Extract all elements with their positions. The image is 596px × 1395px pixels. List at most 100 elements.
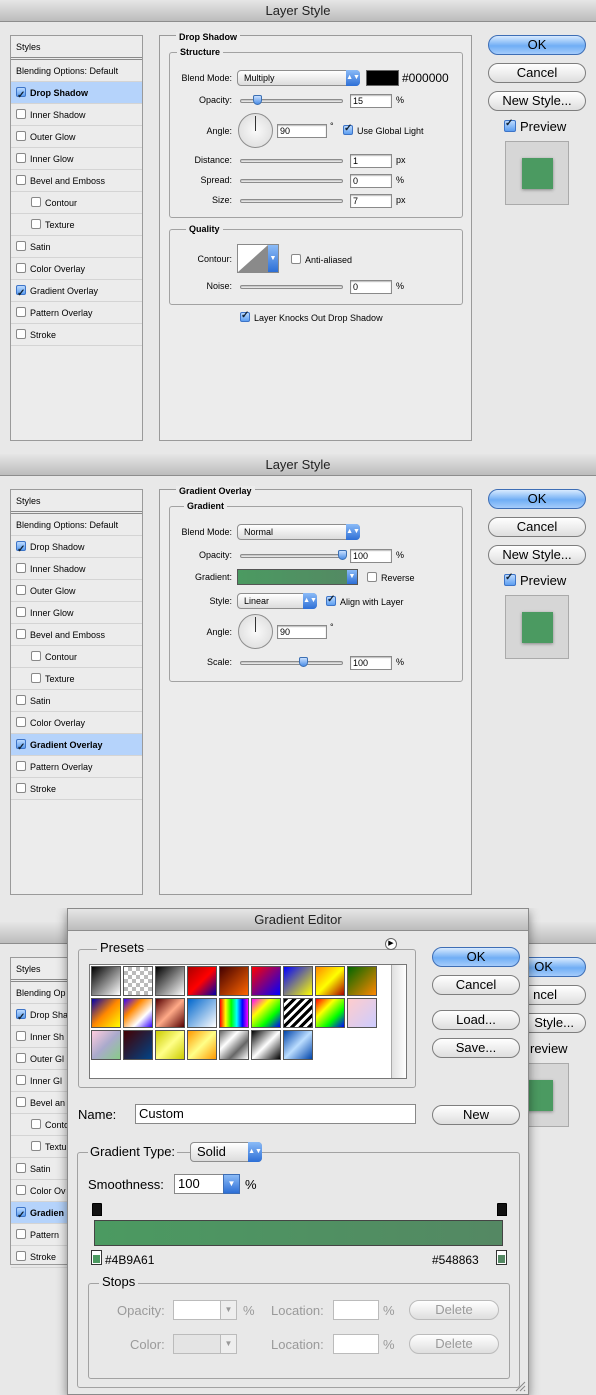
gradient-preset-swatch[interactable] [283,1030,313,1060]
style-list-item-outer-glow[interactable]: Outer Glow [11,126,142,148]
style-list-item-texture[interactable]: Texture [11,668,142,690]
opacity-slider-thumb[interactable] [253,95,262,105]
checkbox-unchecked-icon[interactable] [16,1031,26,1041]
gradient-preset-swatch[interactable] [251,1030,281,1060]
stop-color-location-input[interactable] [333,1334,379,1354]
checkbox-unchecked-icon[interactable] [16,109,26,119]
checkbox-unchecked-icon[interactable] [16,1229,26,1239]
ok-button[interactable]: OK [488,35,586,55]
noise-slider[interactable] [240,285,343,289]
stop-color-dropdown-icon[interactable]: ▼ [220,1334,237,1354]
gradient-preset-swatch[interactable] [123,1030,153,1060]
style-list-item-bevel-and-emboss[interactable]: Bevel and Emboss [11,170,142,192]
angle-dial[interactable] [238,113,273,148]
style-list-item-blending-options-default[interactable]: Blending Options: Default [11,514,142,536]
checkbox-unchecked-icon[interactable] [16,1075,26,1085]
style-list-item-stroke[interactable]: Stroke [11,778,142,800]
checkbox-unchecked-icon[interactable] [16,629,26,639]
gradient-preset-swatch[interactable] [155,1030,185,1060]
opacity-stop-left[interactable] [92,1203,102,1216]
style-list-item-contour[interactable]: Contour [11,646,142,668]
noise-input[interactable]: 0 [350,280,392,294]
style-list-item-color-overlay[interactable]: Color Overlay [11,712,142,734]
gradient-preset-swatch[interactable] [155,998,185,1028]
gradient-preset-swatch[interactable] [187,966,217,996]
checkbox-unchecked-icon[interactable] [31,1141,41,1151]
stop-opacity-input[interactable] [173,1300,221,1320]
checkbox-unchecked-icon[interactable] [16,263,26,273]
color-stop-left[interactable] [91,1250,102,1265]
checkbox-unchecked-icon[interactable] [31,651,41,661]
checkbox-unchecked-icon[interactable] [16,1097,26,1107]
style-list-item-styles[interactable]: Styles [11,36,142,60]
opacity-input[interactable]: 15 [350,94,392,108]
preview-checkbox[interactable]: Preview [504,572,566,588]
stop-color-well[interactable] [173,1334,221,1354]
style-list-item-satin[interactable]: Satin [11,236,142,258]
checkbox-unchecked-icon[interactable] [16,1053,26,1063]
preview-checkbox[interactable]: Preview [504,118,566,134]
gradient-preset-swatch[interactable] [91,966,121,996]
checkbox-unchecked-icon[interactable] [16,1185,26,1195]
checkbox-unchecked-icon[interactable] [16,717,26,727]
blend-mode-select[interactable]: Multiply ▲▼ [237,70,360,86]
presets-menu-icon[interactable]: ▶ [385,938,397,950]
distance-slider[interactable] [240,159,343,163]
new-style-button[interactable]: New Style... [488,545,586,565]
checkbox-unchecked-icon[interactable] [16,783,26,793]
gradient-preset-swatch[interactable] [155,966,185,996]
resize-grip-icon[interactable] [514,1380,526,1392]
gradient-preset-swatch[interactable] [315,998,345,1028]
stop-opacity-dropdown-icon[interactable]: ▼ [220,1300,237,1320]
checkbox-unchecked-icon[interactable] [31,197,41,207]
angle-input[interactable]: 90 [277,124,327,138]
layer-knocks-out-checkbox[interactable]: Layer Knocks Out Drop Shadow [240,310,383,323]
gradient-preset-swatch[interactable] [251,966,281,996]
style-list-item-blending-options-default[interactable]: Blending Options: Default [11,60,142,82]
style-list-item-color-overlay[interactable]: Color Overlay [11,258,142,280]
opacity-input[interactable]: 100 [350,549,392,563]
gradient-preset-swatch[interactable] [283,998,313,1028]
style-list-item-outer-glow[interactable]: Outer Glow [11,580,142,602]
style-list-item-styles[interactable]: Styles [11,490,142,514]
size-input[interactable]: 7 [350,194,392,208]
angle-dial[interactable] [238,614,273,649]
checkbox-checked-icon[interactable] [16,1007,26,1025]
style-list-item-contour[interactable]: Contour [11,192,142,214]
checkbox-unchecked-icon[interactable] [31,219,41,229]
checkbox-unchecked-icon[interactable] [16,329,26,339]
blend-mode-select[interactable]: Normal ▲▼ [237,524,360,540]
checkbox-unchecked-icon[interactable] [16,307,26,317]
gradient-preset-swatch[interactable] [123,966,153,996]
new-style-button[interactable]: New Style... [488,91,586,111]
style-list-item-inner-glow[interactable]: Inner Glow [11,602,142,624]
gradient-preview-picker[interactable]: ▼ [237,569,358,585]
style-list-item-drop-shadow[interactable]: Drop Shadow [11,82,142,104]
style-list-item-inner-shadow[interactable]: Inner Shadow [11,104,142,126]
checkbox-unchecked-icon[interactable] [16,175,26,185]
presets-scrollbar[interactable] [391,965,406,1078]
style-list-item-bevel-and-emboss[interactable]: Bevel and Emboss [11,624,142,646]
spread-slider[interactable] [240,179,343,183]
ok-button[interactable]: OK [432,947,520,967]
style-list-item-pattern-overlay[interactable]: Pattern Overlay [11,756,142,778]
style-list-item-inner-glow[interactable]: Inner Glow [11,148,142,170]
gradient-preset-swatch[interactable] [251,998,281,1028]
checkbox-unchecked-icon[interactable] [16,563,26,573]
stop-opacity-location-input[interactable] [333,1300,379,1320]
gradient-type-select[interactable]: Solid ▲▼ [190,1142,262,1162]
size-slider[interactable] [240,199,343,203]
opacity-slider-thumb[interactable] [338,550,347,560]
gradient-preset-swatch[interactable] [219,998,249,1028]
use-global-light-checkbox[interactable]: Use Global Light [343,123,424,136]
checkbox-unchecked-icon[interactable] [16,607,26,617]
smoothness-input[interactable]: 100 [174,1174,226,1194]
gradient-preset-swatch[interactable] [91,998,121,1028]
scale-slider[interactable] [240,657,343,667]
checkbox-unchecked-icon[interactable] [16,1163,26,1173]
scale-slider-thumb[interactable] [299,657,308,667]
opacity-slider[interactable] [240,550,347,560]
cancel-button[interactable]: Cancel [488,63,586,83]
opacity-stop-right[interactable] [497,1203,507,1216]
cancel-button[interactable]: Cancel [432,975,520,995]
